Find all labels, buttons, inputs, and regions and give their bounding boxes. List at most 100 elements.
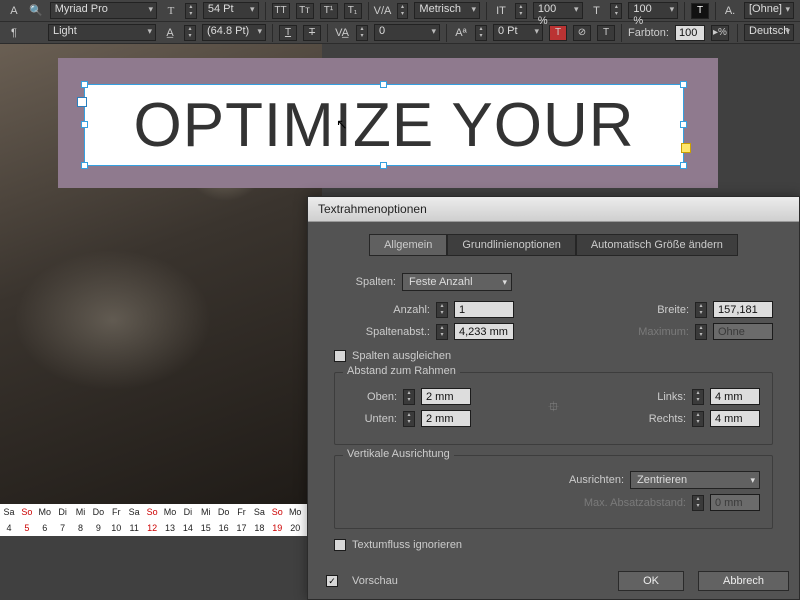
inset-bottom-stepper[interactable]: ▴▾ [403,411,415,427]
column-width-field[interactable]: 157,181 [713,301,773,318]
selection-handle[interactable] [680,162,687,169]
font-size-select[interactable]: 54 Pt [203,2,259,19]
column-count-stepper[interactable]: ▴▾ [436,302,448,318]
valign-legend: Vertikale Ausrichtung [343,448,454,460]
tab-general[interactable]: Allgemein [369,234,447,256]
selection-handle[interactable] [81,81,88,88]
font-family-select[interactable]: Myriad Pro [50,2,157,19]
inset-top-stepper[interactable]: ▴▾ [403,389,415,405]
selection-handle[interactable] [380,162,387,169]
leading-icon: A̲ [162,25,178,41]
dialog-titlebar[interactable]: Textrahmenoptionen [308,197,799,222]
column-width-stepper[interactable]: ▴▾ [695,302,707,318]
language-select[interactable]: Deutsch [744,24,794,41]
stroke-swatch[interactable]: T [549,25,567,41]
leading-select[interactable]: (64.8 Pt) [202,24,266,41]
calendar-date: 15 [197,520,215,536]
headline-textframe[interactable]: OPTIMIZE YOUR [84,84,684,166]
calendar-date: 11 [125,520,143,536]
calendar-day: Sa [125,504,143,520]
calendar-day: So [18,504,36,520]
char-panel-icon[interactable]: A [6,3,22,19]
inset-left-label: Links: [636,391,686,403]
inset-right-stepper[interactable]: ▴▾ [692,411,704,427]
text-inport[interactable] [77,97,87,107]
farbton-menu[interactable]: ▸% [711,25,729,41]
type-on-path-button[interactable]: T [597,25,615,41]
ignore-wrap-checkbox[interactable] [334,539,346,551]
search-icon[interactable]: 🔍 [28,3,44,19]
font-size-icon: T [163,3,179,19]
calendar-date: 18 [250,520,268,536]
ok-button[interactable]: OK [618,571,684,591]
calendar-day: Fr [107,504,125,520]
leading-stepper[interactable]: ▴▾ [184,25,196,41]
column-max-stepper: ▴▾ [695,324,707,340]
headline-text[interactable]: OPTIMIZE YOUR [133,90,634,161]
calendar-date: 20 [286,520,304,536]
inset-link-icon[interactable]: ⯐ [548,398,559,414]
balance-columns-checkbox[interactable] [334,350,346,362]
smallcaps-button[interactable]: Tᴛ [296,3,314,19]
text-outport-overset[interactable] [681,143,691,153]
column-count-label: Anzahl: [334,304,430,316]
preview-checkbox[interactable]: ✓ [326,575,338,587]
baseline-stepper[interactable]: ▴▾ [475,25,487,41]
tracking-stepper[interactable]: ▴▾ [356,25,368,41]
calendar-date: 10 [107,520,125,536]
charstyle-select[interactable]: [Ohne] [744,2,794,19]
calendar-date: 19 [268,520,286,536]
dialog-tabs: Allgemein Grundlinienoptionen Automatisc… [308,234,799,256]
font-size-stepper[interactable]: ▴▾ [185,3,197,19]
para-panel-icon[interactable]: ¶ [6,25,22,41]
selection-handle[interactable] [680,121,687,128]
valign-maxpara-stepper: ▴▾ [692,495,704,511]
subscript-button[interactable]: T₁ [344,3,362,19]
selection-handle[interactable] [81,121,88,128]
kerning-select[interactable]: Metrisch [414,2,480,19]
inset-top-field[interactable]: 2 mm [421,388,471,405]
tracking-select[interactable]: 0 [374,24,440,41]
cancel-button[interactable]: Abbrech [698,571,789,591]
text-frame-options-dialog: Textrahmenoptionen Allgemein Grundlinien… [307,196,800,600]
hscale-stepper[interactable]: ▴▾ [610,3,622,19]
selection-handle[interactable] [380,81,387,88]
underline-button[interactable]: T [279,25,297,41]
vscale-stepper[interactable]: ▴▾ [515,3,527,19]
superscript-button[interactable]: T¹ [320,3,338,19]
baseline-select[interactable]: 0 Pt [493,24,543,41]
calendar-day: Mi [72,504,90,520]
vscale-select[interactable]: 100 % [533,2,583,19]
inset-top-label: Oben: [347,391,397,403]
calendar-date: 8 [72,520,90,536]
inset-bottom-field[interactable]: 2 mm [421,410,471,427]
font-style-select[interactable]: Light [48,24,156,41]
inset-left-stepper[interactable]: ▴▾ [692,389,704,405]
column-count-field[interactable]: 1 [454,301,514,318]
column-mode-dropdown[interactable]: Feste Anzahl [402,273,512,291]
inset-right-field[interactable]: 4 mm [710,410,760,427]
no-break-button[interactable]: ⊘ [573,25,591,41]
allcaps-button[interactable]: TT [272,3,290,19]
selection-handle[interactable] [680,81,687,88]
calendar-day: So [268,504,286,520]
column-gutter-stepper[interactable]: ▴▾ [436,324,448,340]
inset-left-field[interactable]: 4 mm [710,388,760,405]
valign-align-dropdown[interactable]: Zentrieren [630,471,760,489]
calendar-date: 9 [89,520,107,536]
calendar-day: Fr [233,504,251,520]
column-gutter-field[interactable]: 4,233 mm [454,323,514,340]
kerning-stepper[interactable]: ▴▾ [397,3,409,19]
tab-baseline[interactable]: Grundlinienoptionen [447,234,575,256]
fill-swatch[interactable]: T [691,3,709,19]
calendar-date: 7 [54,520,72,536]
hscale-select[interactable]: 100 % [628,2,678,19]
calendar-day-numbers: 456789101112131415161718192021 [0,520,322,536]
strike-button[interactable]: T [303,25,321,41]
tracking-icon: VA̲ [334,25,350,41]
calendar-day: Sa [0,504,18,520]
tab-autosize[interactable]: Automatisch Größe ändern [576,234,738,256]
selection-handle[interactable] [81,162,88,169]
farbton-field[interactable]: 100 [675,25,705,41]
vscale-icon: IT [493,3,509,19]
